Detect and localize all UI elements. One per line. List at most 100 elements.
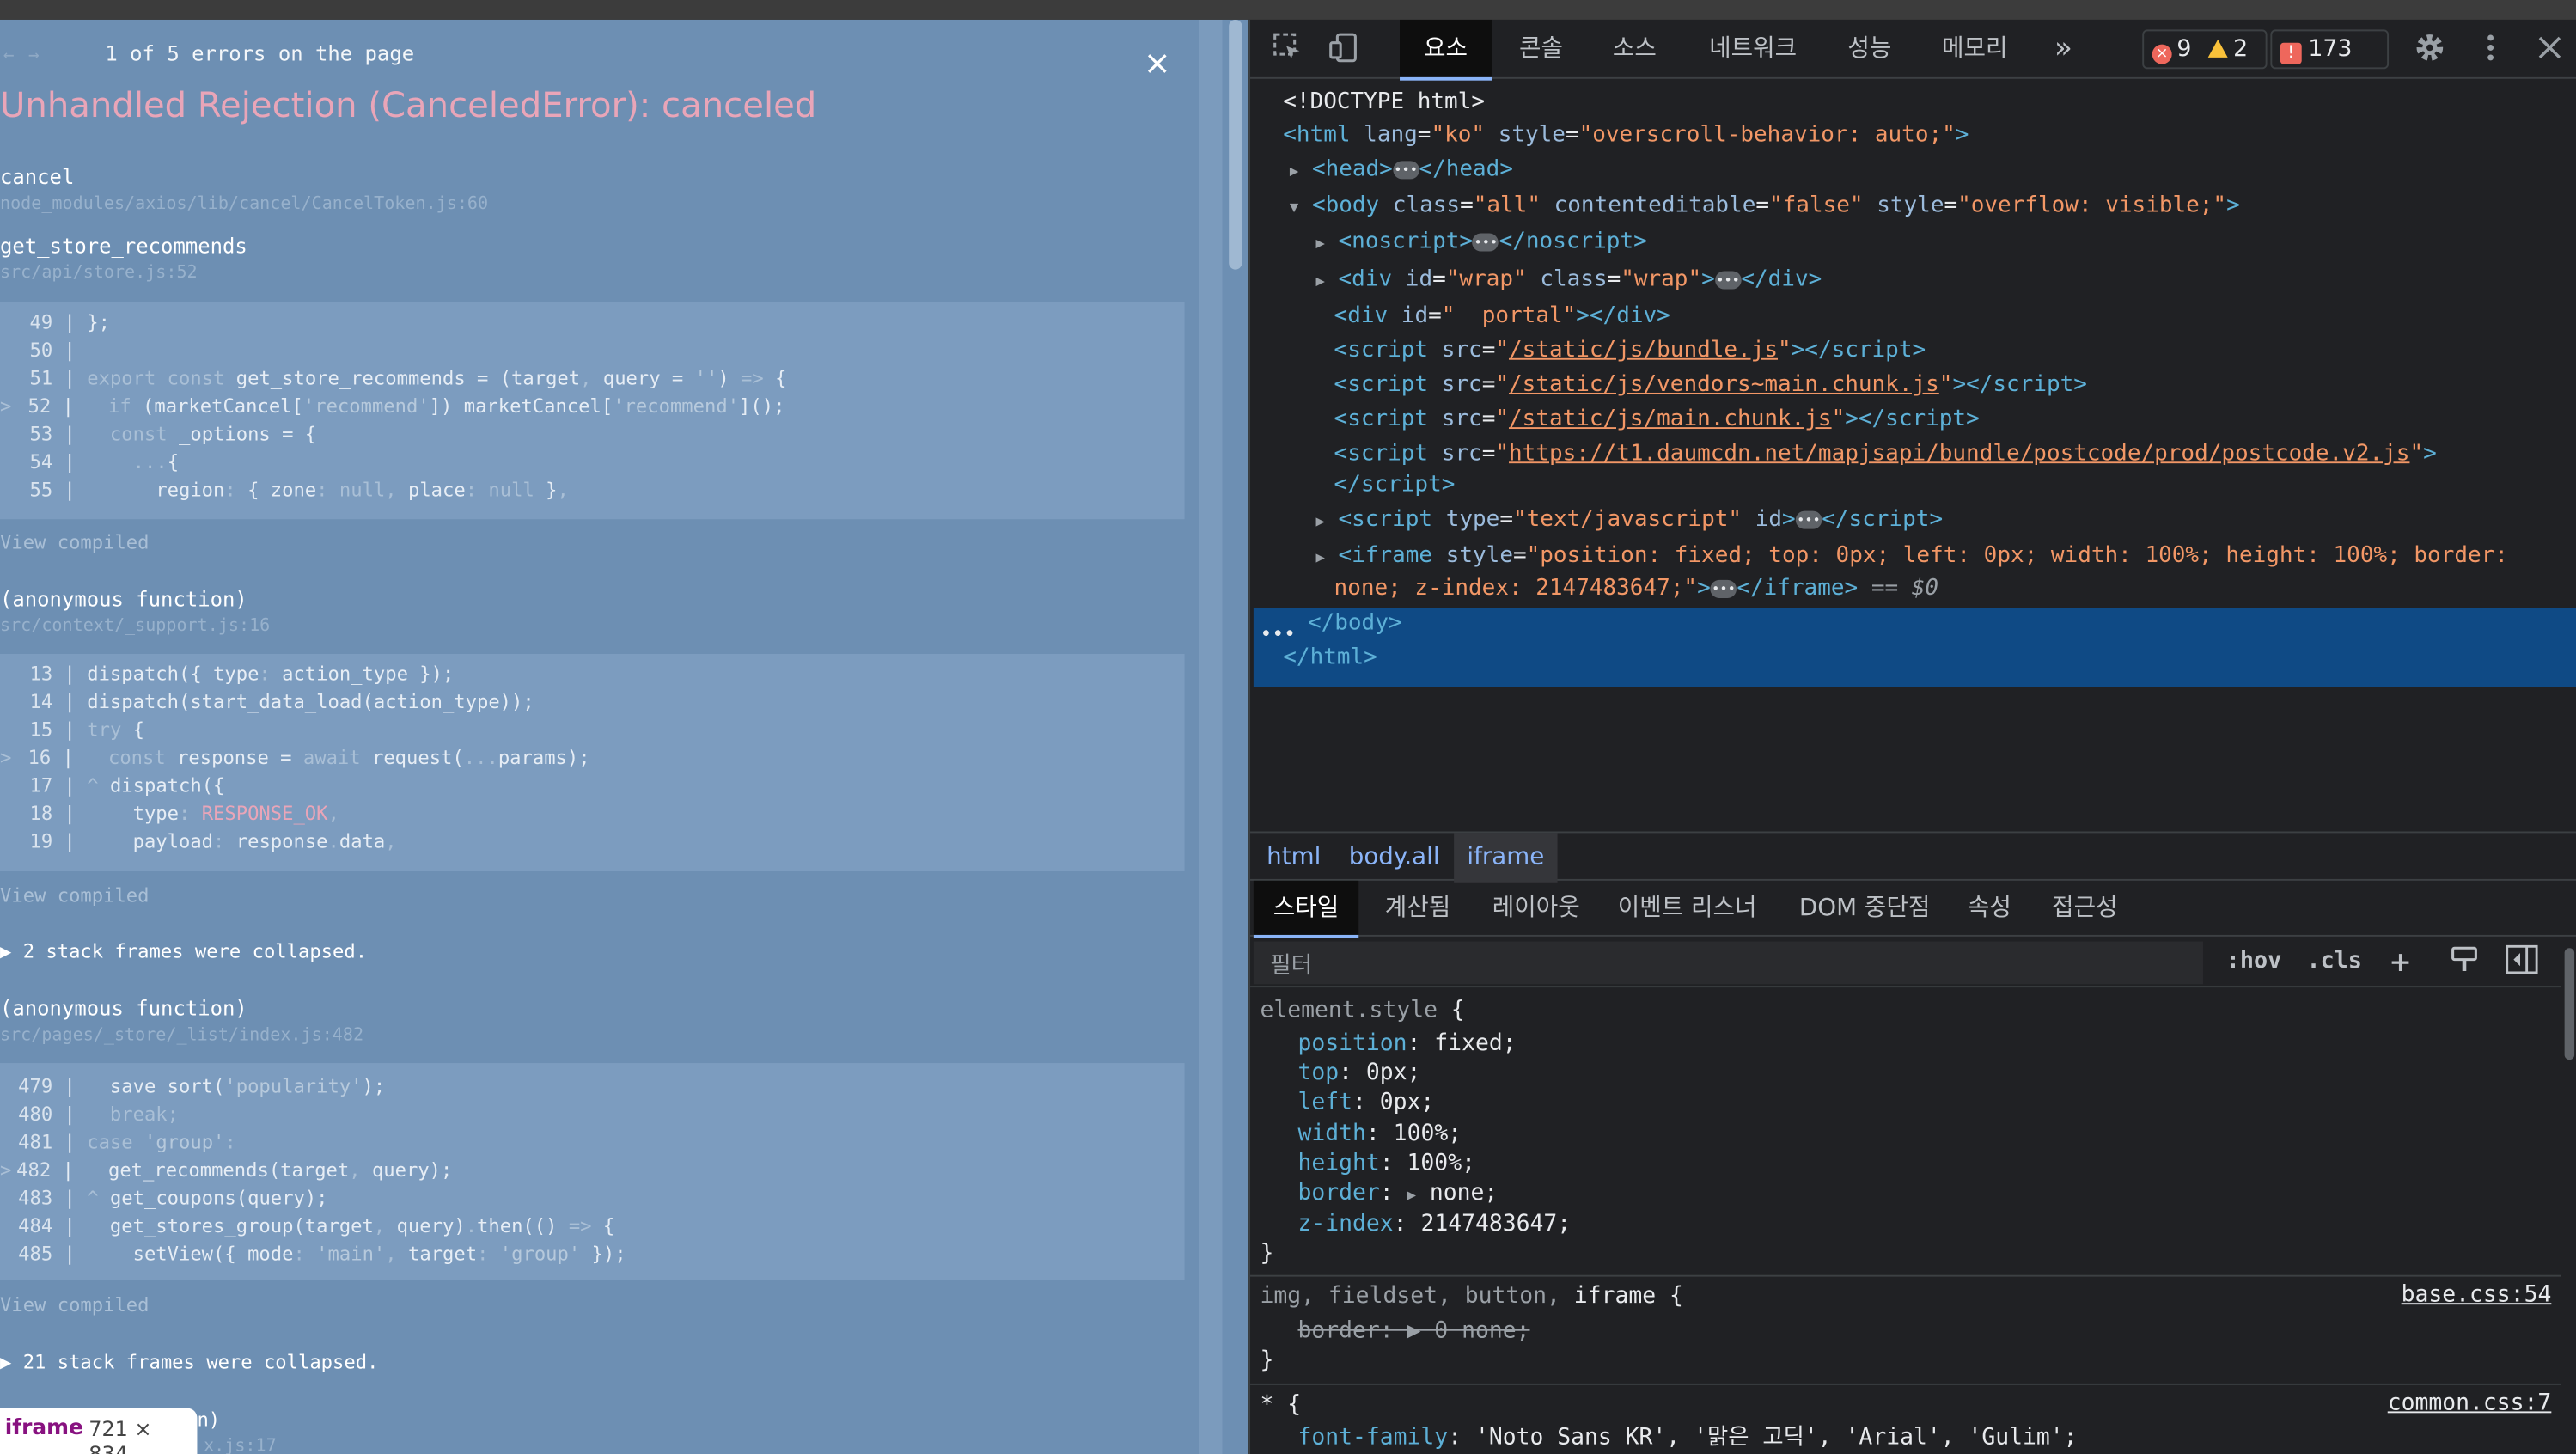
close-icon[interactable] (2531, 31, 2567, 67)
issues-counter[interactable]: ! 173 (2270, 29, 2390, 70)
inspect-element-icon[interactable] (1270, 31, 1306, 67)
error-title: Unhandled Rejection (CanceledError): can… (0, 85, 817, 125)
tab-elements[interactable]: 요소 (1400, 19, 1492, 81)
view-compiled-link[interactable]: View compiled (0, 1293, 150, 1317)
frame-file[interactable]: node_modules/axios/lib/cancel/CancelToke… (0, 194, 488, 214)
dom-node[interactable]: <script src="/static/js/bundle.js"></scr… (1334, 333, 1926, 368)
overlay-scrollbar[interactable] (1199, 19, 1223, 1454)
tab-performance[interactable]: 성능 (1825, 20, 1914, 79)
issues-count-value: 173 (2308, 36, 2353, 63)
dom-node[interactable]: </html> (1283, 641, 1377, 675)
filter-input[interactable]: 필터 (1253, 941, 2203, 985)
css-declaration[interactable]: position: fixed; (1297, 1029, 1516, 1058)
dom-node[interactable]: ▶ <head>•••</head> (1290, 153, 1513, 187)
tab-computed[interactable]: 계산됨 (1365, 881, 1470, 937)
kebab-menu-icon[interactable] (2473, 31, 2509, 67)
warning-icon (2208, 39, 2229, 58)
close-icon[interactable]: × (1144, 43, 1171, 82)
error-warning-counter[interactable]: × 9 2 (2142, 29, 2268, 70)
frame-file[interactable]: x.js:17 (204, 1436, 277, 1454)
tab-accessibility[interactable]: 접근성 (2039, 881, 2131, 937)
frame-name: cancel (0, 164, 75, 189)
tab-dom-breakpoints[interactable]: DOM 중단점 (1789, 881, 1940, 937)
css-declaration[interactable]: font-family: 'Noto Sans KR', '맑은 고딕', 'A… (1297, 1423, 2077, 1452)
dom-node[interactable]: </body> (1308, 607, 1402, 641)
frame-name: (anonymous function) (0, 586, 247, 612)
breadcrumb-iframe[interactable]: iframe (1454, 833, 1558, 883)
devtools-panel: 요소 콘솔 소스 네트워크 성능 메모리 » × 9 2 ! 173 ••• <… (1248, 19, 2576, 1454)
error-nav-arrows[interactable]: ← → (3, 45, 41, 66)
view-compiled-link[interactable]: View compiled (0, 531, 150, 554)
dom-tree[interactable]: ••• <!DOCTYPE html> <html lang="ko" styl… (1250, 85, 2576, 834)
dom-node[interactable]: <!DOCTYPE html> (1283, 85, 1485, 119)
tab-memory[interactable]: 메모리 (1917, 20, 2032, 79)
tab-network[interactable]: 네트워크 (1684, 20, 1822, 79)
dom-node[interactable]: <script src="/static/js/main.chunk.js"><… (1334, 402, 1980, 437)
devtools-toolbar: 요소 콘솔 소스 네트워크 성능 메모리 » × 9 2 ! 173 (1250, 19, 2576, 81)
warning-count-value: 2 (2233, 36, 2249, 63)
tab-event-listeners[interactable]: 이벤트 리스너 (1605, 881, 1769, 937)
collapsed-frames-toggle[interactable]: ▶ 2 stack frames were collapsed. (0, 940, 367, 963)
tab-layout[interactable]: 레이아웃 (1477, 881, 1596, 937)
css-declaration[interactable]: left: 0px; (1297, 1088, 1434, 1117)
issues-icon: ! (2280, 42, 2302, 64)
toggle-sidebar-icon[interactable] (2506, 944, 2538, 981)
styles-filter-bar: 필터 :hov .cls + (1250, 938, 2576, 988)
css-rule-selector: * { (1260, 1391, 1302, 1419)
gear-icon[interactable] (2412, 31, 2448, 67)
dom-node[interactable]: ▶ <div id="wrap" class="wrap">•••</div> (1316, 263, 1822, 297)
page-scrollbar-thumb[interactable] (1229, 19, 1242, 270)
dom-node[interactable]: <script src="https://t1.daumcdn.net/mapj… (1334, 437, 2437, 472)
collapsed-frames-toggle[interactable]: ▶ 21 stack frames were collapsed. (0, 1351, 378, 1374)
dom-node[interactable]: ▼ <body class="all" contenteditable="fal… (1290, 189, 2240, 223)
tab-properties[interactable]: 속성 (1956, 881, 2022, 937)
dom-node[interactable]: ▶ <noscript>•••</noscript> (1316, 225, 1647, 260)
css-declaration[interactable]: z-index: 2147483647; (1297, 1209, 1571, 1238)
tab-console[interactable]: 콘솔 (1497, 20, 1585, 79)
selected-dom-node[interactable]: ▶ <iframe style="position: fixed; top: 0… (1316, 539, 2508, 573)
styles-pane[interactable]: element.style { position: fixed; top: 0p… (1250, 989, 2561, 1454)
paint-bucket-icon[interactable] (2450, 944, 2479, 981)
more-tabs-icon[interactable]: » (2039, 20, 2088, 79)
selected-node-highlight (1253, 608, 2576, 687)
stylesheet-link[interactable]: common.css:7 (2388, 1390, 2552, 1417)
code-snippet: 479 | save_sort('popularity'); 480 | bre… (0, 1063, 1185, 1280)
css-declaration[interactable]: height: 100%; (1297, 1148, 1474, 1177)
tab-sources[interactable]: 소스 (1590, 20, 1679, 79)
css-rule-selector: img, fieldset, button, iframe { (1260, 1283, 1683, 1310)
dom-node[interactable]: ▶ <script type="text/javascript" id>•••<… (1316, 503, 1944, 537)
stylesheet-link[interactable]: base.css:54 (2402, 1281, 2552, 1308)
css-declaration[interactable]: top: 0px; (1297, 1058, 1420, 1087)
dom-node[interactable]: <html lang="ko" style="overscroll-behavi… (1283, 119, 1969, 153)
code-snippet: 13 | dispatch({ type: action_type }); 14… (0, 653, 1185, 871)
code-snippet: 49 | }; 50 | 51 | export const get_store… (0, 302, 1185, 520)
breadcrumb-body[interactable]: body.all (1335, 833, 1452, 882)
error-count-value: 9 (2176, 36, 2192, 63)
tab-styles[interactable]: 스타일 (1253, 880, 1359, 938)
breadcrumb: html body.all iframe (1250, 831, 2576, 883)
css-declaration-overridden[interactable]: border: ▶ 0 none; (1297, 1317, 1529, 1346)
breadcrumb-html[interactable]: html (1254, 833, 1334, 882)
dom-node[interactable]: <div id="__portal"></div> (1334, 299, 1670, 333)
selected-dom-node-cont[interactable]: none; z-index: 2147483647;">•••</iframe>… (1334, 571, 1939, 606)
view-compiled-link[interactable]: View compiled (0, 884, 150, 907)
styles-subtabs: 스타일 계산됨 레이아웃 이벤트 리스너 DOM 중단점 속성 접근성 (1250, 880, 2576, 938)
cls-toggle[interactable]: .cls (2306, 948, 2361, 974)
css-declaration[interactable]: width: 100%; (1297, 1119, 1462, 1148)
frame-file[interactable]: src/pages/_store/_list/index.js:482 (0, 1025, 363, 1045)
add-rule-icon[interactable]: + (2390, 942, 2410, 981)
styles-scrollbar-thumb[interactable] (2564, 948, 2575, 1060)
error-icon: × (2152, 44, 2172, 64)
error-count: 1 of 5 errors on the page (105, 40, 415, 66)
tooltip-tag: iframe (4, 1416, 83, 1441)
frame-file[interactable]: src/context/_support.js:16 (0, 616, 270, 636)
css-declaration[interactable]: border: ▶ none; (1297, 1178, 1498, 1207)
frame-name: n) (197, 1408, 221, 1432)
dom-node[interactable]: <script src="/static/js/vendors~main.chu… (1334, 368, 2087, 402)
device-toolbar-icon[interactable] (1326, 31, 1362, 67)
dom-node[interactable]: </script> (1334, 468, 1456, 503)
css-rule-selector: element.style { (1260, 997, 1465, 1024)
frame-name: (anonymous function) (0, 995, 247, 1021)
hov-toggle[interactable]: :hov (2226, 948, 2281, 974)
frame-file[interactable]: src/api/store.js:52 (0, 263, 198, 283)
